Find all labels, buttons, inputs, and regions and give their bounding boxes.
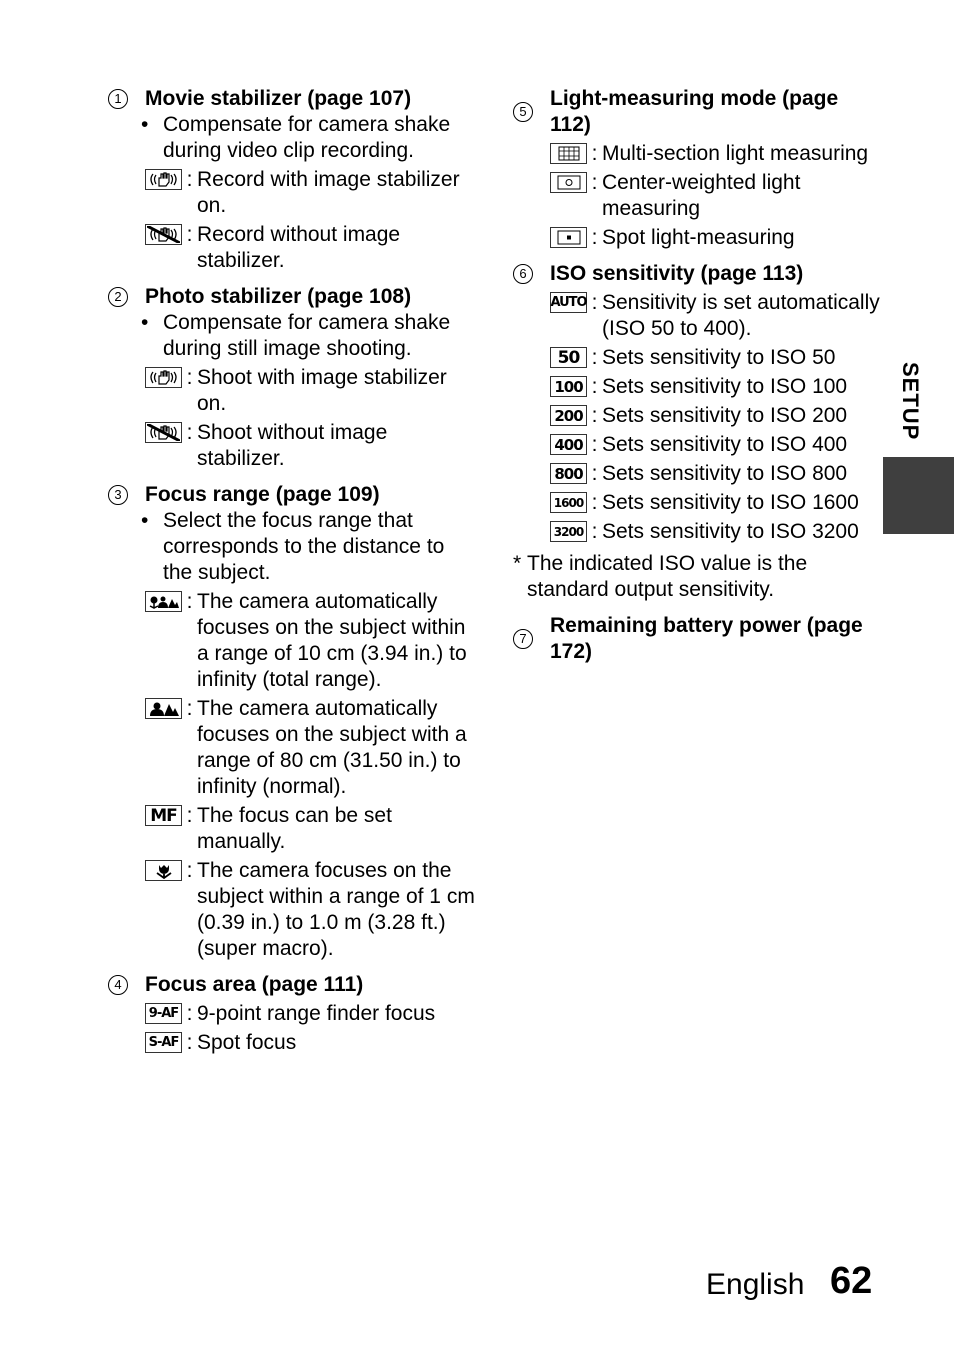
iso-400-icon: 400: [550, 434, 587, 455]
section-light-measuring: 5 Light-measuring mode (page 112) : Multi-…: [513, 86, 881, 251]
section-focus-range: 3 Focus range (page 109) • Select the focu…: [108, 482, 478, 962]
list-item: 50 : Sets sensitivity to ISO 50: [550, 345, 881, 371]
list-item: : The camera automatically focuses on the…: [145, 696, 478, 800]
item-text: The camera automatically focuses on the …: [197, 697, 467, 798]
section-title: Photo stabilizer (page 108): [145, 285, 412, 308]
list-item: : The camera automatically focuses on the…: [145, 589, 478, 693]
item-text: Sets sensitivity to ISO 800: [602, 462, 848, 485]
section-number: 7: [513, 629, 533, 649]
section-title: Remaining battery power (page 172): [550, 614, 863, 663]
list-item: S-AF : Spot focus: [145, 1030, 478, 1056]
section-title: Focus range (page 109): [145, 483, 380, 506]
nine-point-af-icon: 9-AF: [145, 1003, 182, 1024]
iso-100-icon: 100: [550, 376, 587, 397]
section-bullet: Select the focus range that corresponds …: [163, 509, 445, 584]
list-item: : Record with image stabilizer on.: [145, 167, 478, 219]
section-focus-area: 4 Focus area (page 111) 9-AF :9-point ran…: [108, 972, 478, 1056]
iso-200-icon: 200: [550, 405, 587, 426]
multi-section-metering-icon: [550, 143, 587, 164]
section-movie-stabilizer: 1 Movie stabilizer (page 107) • Compensate…: [108, 86, 478, 274]
section-title: Light-measuring mode (page 112): [550, 87, 839, 136]
item-text: Record without image stabilizer.: [197, 223, 401, 272]
item-text: Center-weighted light measuring: [602, 171, 801, 220]
left-column: 1 Movie stabilizer (page 107) • Compensate…: [108, 86, 478, 1066]
section-bullet: Compensate for camera shake during still…: [163, 311, 451, 360]
item-text: Sets sensitivity to ISO 400: [602, 433, 848, 456]
section-number: 4: [108, 975, 128, 995]
section-number: 5: [513, 102, 533, 122]
item-text: 9-point range finder focus: [197, 1002, 436, 1025]
list-item: : Multi-section light measuring: [550, 141, 881, 167]
section-number: 6: [513, 264, 533, 284]
right-column: 5 Light-measuring mode (page 112) : Multi-…: [513, 86, 881, 675]
item-text: Shoot without image stabilizer.: [197, 421, 388, 470]
list-item: : Center-weighted light measuring: [550, 170, 881, 222]
stabilizer-off-icon: [145, 224, 182, 245]
section-battery: 7 Remaining battery power (page 172): [513, 613, 881, 665]
section-number: 1: [108, 89, 128, 109]
item-text: The camera automatically focuses on the …: [197, 590, 467, 691]
total-range-focus-icon: [145, 591, 182, 612]
item-text: Sets sensitivity to ISO 1600: [602, 491, 859, 514]
list-item: 100 : Sets sensitivity to ISO 100: [550, 374, 881, 400]
list-item: 3200 : Sets sensitivity to ISO 3200: [550, 519, 881, 545]
center-weighted-metering-icon: [550, 172, 587, 193]
manual-focus-icon: MF: [145, 805, 182, 826]
iso-3200-icon: 3200: [550, 521, 587, 542]
list-item: : The camera focuses on the subject withi…: [145, 858, 478, 962]
spot-metering-icon: [550, 227, 587, 248]
side-tab-label: SETUP: [898, 362, 923, 441]
list-item: 1600 : Sets sensitivity to ISO 1600: [550, 490, 881, 516]
side-tab-marker: [883, 457, 954, 534]
section-number: 2: [108, 287, 128, 307]
list-item: : Shoot without image stabilizer.: [145, 420, 478, 472]
footnote: * The indicated ISO value is the standard…: [513, 551, 881, 603]
list-item: MF : The focus can be set manually.: [145, 803, 478, 855]
iso-1600-icon: 1600: [550, 492, 587, 513]
normal-focus-icon: [145, 698, 182, 719]
list-item: 9-AF :9-point range finder focus: [145, 1001, 478, 1027]
item-text: Sets sensitivity to ISO 100: [602, 375, 848, 398]
spot-af-icon: S-AF: [145, 1032, 182, 1053]
list-item: AUTO : Sensitivity is set automatically (…: [550, 291, 880, 340]
footnote-text: The indicated ISO value is the standard …: [527, 552, 808, 601]
list-item: : Shoot with image stabilizer on.: [145, 365, 478, 417]
item-text: Sensitivity is set automatically (ISO 50…: [602, 291, 880, 340]
section-iso-sensitivity: 6 ISO sensitivity (page 113) AUTO : Sensit…: [513, 261, 881, 603]
page-number: 62: [830, 1260, 873, 1302]
footer-language: English: [706, 1268, 805, 1301]
list-item: : Spot light-measuring: [550, 225, 881, 251]
section-number: 3: [108, 485, 128, 505]
stabilizer-on-icon: [145, 169, 182, 190]
item-text: The focus can be set manually.: [197, 804, 392, 853]
stabilizer-on-icon: [145, 367, 182, 388]
super-macro-icon: [145, 860, 182, 881]
section-title: Focus area (page 111): [145, 973, 364, 996]
item-text: Multi-section light measuring: [602, 142, 869, 165]
item-text: The camera focuses on the subject within…: [197, 859, 475, 960]
iso-50-icon: 50: [550, 347, 587, 368]
list-item: : Record without image stabilizer.: [145, 222, 478, 274]
list-item: 800 : Sets sensitivity to ISO 800: [550, 461, 881, 487]
item-text: Sets sensitivity to ISO 3200: [602, 520, 859, 543]
item-text: Spot light-measuring: [602, 226, 795, 249]
item-text: Shoot with image stabilizer on.: [197, 366, 447, 415]
item-text: Sets sensitivity to ISO 50: [602, 346, 836, 369]
section-photo-stabilizer: 2 Photo stabilizer (page 108) • Compensate…: [108, 284, 478, 472]
item-text: Record with image stabilizer on.: [197, 168, 460, 217]
list-item: 200 : Sets sensitivity to ISO 200: [550, 403, 881, 429]
iso-800-icon: 800: [550, 463, 587, 484]
item-text: Spot focus: [197, 1031, 297, 1054]
stabilizer-off-icon: [145, 422, 182, 443]
iso-auto-icon: AUTO: [550, 292, 588, 313]
section-bullet: Compensate for camera shake during video…: [163, 113, 451, 162]
item-text: Sets sensitivity to ISO 200: [602, 404, 848, 427]
section-title: Movie stabilizer (page 107): [145, 87, 412, 110]
section-title: ISO sensitivity (page 113): [550, 262, 804, 285]
list-item: 400 : Sets sensitivity to ISO 400: [550, 432, 881, 458]
